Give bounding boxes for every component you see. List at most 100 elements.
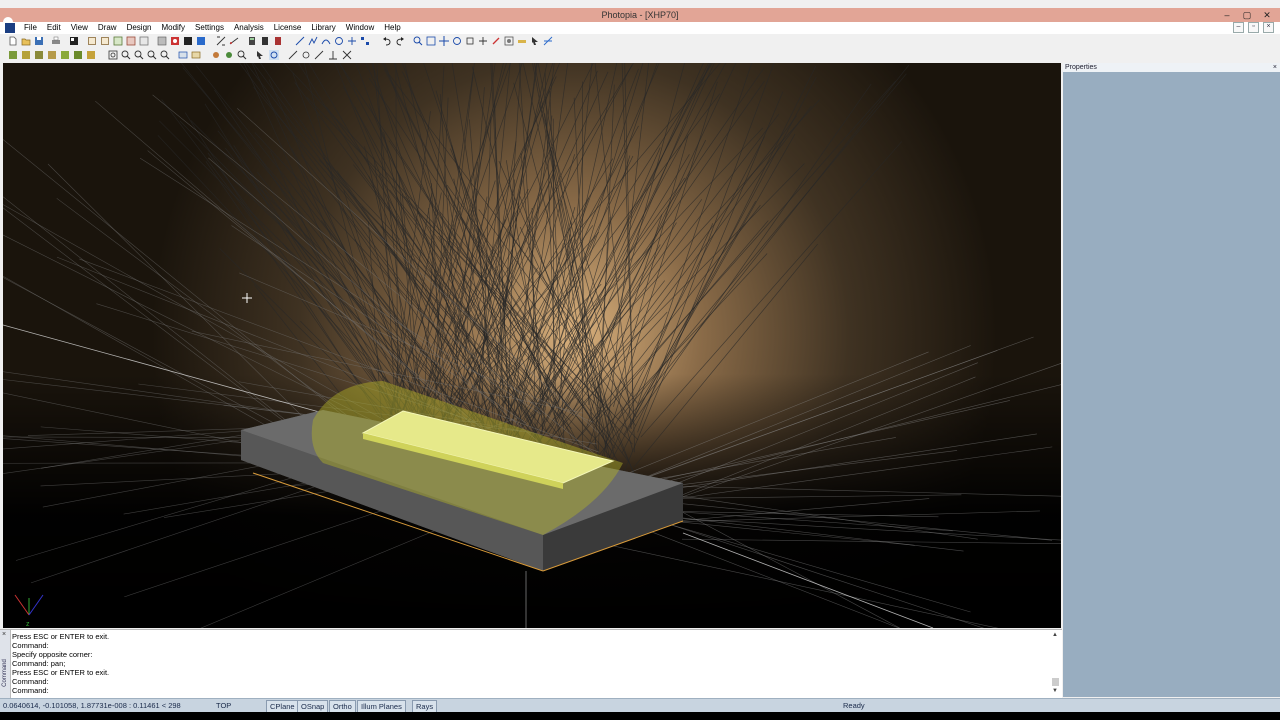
redo-icon[interactable]	[395, 36, 405, 46]
zoom-all-icon[interactable]	[147, 50, 157, 60]
menu-license[interactable]: License	[269, 22, 307, 34]
menu-bar: File Edit View Draw Design Modify Settin…	[0, 22, 1280, 34]
circle-icon[interactable]	[334, 36, 344, 46]
zoom-in-icon[interactable]	[121, 50, 131, 60]
line-icon[interactable]	[295, 36, 305, 46]
ortho-toggle[interactable]: Ortho	[329, 700, 356, 712]
close-button[interactable]: ✕	[1260, 8, 1274, 22]
menu-help[interactable]: Help	[379, 22, 405, 34]
select-icon[interactable]	[224, 50, 234, 60]
view-side-icon[interactable]	[100, 36, 110, 46]
view-pan-icon[interactable]	[191, 50, 201, 60]
command-scrollbar[interactable]: ▲ ▼	[1052, 632, 1060, 696]
render-red-icon[interactable]	[170, 36, 180, 46]
scale-icon[interactable]	[465, 36, 475, 46]
crosshair-cursor	[242, 293, 252, 303]
ray-trace-icon[interactable]	[543, 36, 553, 46]
point-icon[interactable]	[301, 50, 311, 60]
perpendicular-icon[interactable]	[328, 50, 338, 60]
pointer-icon[interactable]	[530, 36, 540, 46]
polyline-icon[interactable]	[308, 36, 318, 46]
render-blue-icon[interactable]	[196, 36, 206, 46]
orbit-icon[interactable]	[269, 50, 279, 60]
zoom-selected-icon[interactable]	[160, 50, 170, 60]
move-icon[interactable]	[478, 36, 488, 46]
paint-icon[interactable]	[491, 36, 501, 46]
scroll-up-icon[interactable]: ▲	[1052, 632, 1058, 638]
menu-window[interactable]: Window	[341, 22, 379, 34]
command-input[interactable]: Command:	[12, 686, 109, 695]
render-black-icon[interactable]	[183, 36, 193, 46]
curve-icon[interactable]	[321, 36, 331, 46]
menu-modify[interactable]: Modify	[156, 22, 190, 34]
maximize-button[interactable]: ▢	[1240, 8, 1254, 22]
title-bar: Photopia - [XHP70] – ▢ ✕	[0, 8, 1280, 27]
rotate-view-icon[interactable]	[452, 36, 462, 46]
doc-minimize-button[interactable]: –	[1233, 22, 1244, 33]
material-icon[interactable]	[504, 36, 514, 46]
scene-render[interactable]: z	[3, 63, 1061, 628]
hand-icon[interactable]	[211, 50, 221, 60]
shade-moss-icon[interactable]	[73, 50, 83, 60]
view-front-icon[interactable]	[87, 36, 97, 46]
cplane-toggle[interactable]: CPlane	[266, 700, 299, 712]
shade-gold-icon[interactable]	[86, 50, 96, 60]
menu-draw[interactable]: Draw	[93, 22, 122, 34]
draw-line-icon[interactable]	[288, 50, 298, 60]
menu-edit[interactable]: Edit	[42, 22, 66, 34]
3d-viewport[interactable]: z	[3, 63, 1061, 628]
layout-icon[interactable]	[69, 36, 79, 46]
view-select-icon[interactable]	[178, 50, 188, 60]
document-icon[interactable]	[5, 23, 15, 33]
zoom-icon[interactable]	[413, 36, 423, 46]
command-line: Specify opposite corner:	[12, 650, 93, 659]
menu-settings[interactable]: Settings	[190, 22, 229, 34]
library-icon[interactable]	[273, 36, 283, 46]
new-file-icon[interactable]	[8, 36, 18, 46]
print-icon[interactable]	[51, 36, 61, 46]
shade-olive-icon[interactable]	[34, 50, 44, 60]
open-folder-icon[interactable]	[21, 36, 31, 46]
ruler-icon[interactable]	[517, 36, 527, 46]
command-close-icon[interactable]: ×	[2, 631, 6, 638]
shade-yellow-icon[interactable]	[21, 50, 31, 60]
properties-close-icon[interactable]: ×	[1273, 63, 1277, 72]
illum-planes-toggle[interactable]: Illum Planes	[357, 700, 406, 712]
shade-tan-icon[interactable]	[47, 50, 57, 60]
undo-icon[interactable]	[382, 36, 392, 46]
minimize-button[interactable]: –	[1220, 8, 1234, 22]
diagonal-icon[interactable]	[314, 50, 324, 60]
snap-icon[interactable]	[216, 36, 226, 46]
calculator-icon[interactable]	[247, 36, 257, 46]
delete-icon[interactable]	[342, 50, 352, 60]
doc-close-button[interactable]: ×	[1263, 22, 1274, 33]
zoom-window-icon[interactable]	[108, 50, 118, 60]
menu-analysis[interactable]: Analysis	[229, 22, 269, 34]
menu-design[interactable]: Design	[122, 22, 157, 34]
menu-file[interactable]: File	[19, 22, 42, 34]
menu-library[interactable]: Library	[306, 22, 340, 34]
shade-lime-icon[interactable]	[60, 50, 70, 60]
command-panel: × Command Press ESC or ENTER to exit. Co…	[0, 629, 1062, 698]
report-icon[interactable]	[260, 36, 270, 46]
measure-icon[interactable]	[229, 36, 239, 46]
cursor-icon[interactable]	[255, 50, 265, 60]
osnap-toggle[interactable]: OSnap	[297, 700, 329, 712]
view-hatch-icon[interactable]	[126, 36, 136, 46]
scroll-thumb[interactable]	[1052, 678, 1059, 686]
doc-restore-button[interactable]: ▫	[1248, 22, 1259, 33]
pan-icon[interactable]	[439, 36, 449, 46]
view-dots-icon[interactable]	[139, 36, 149, 46]
menu-view[interactable]: View	[66, 22, 93, 34]
zoom-extents-icon[interactable]	[426, 36, 436, 46]
array-icon[interactable]	[360, 36, 370, 46]
shade-green-icon[interactable]	[8, 50, 18, 60]
transform-icon[interactable]	[347, 36, 357, 46]
find-icon[interactable]	[237, 50, 247, 60]
zoom-out-icon[interactable]	[134, 50, 144, 60]
scroll-down-icon[interactable]: ▼	[1052, 688, 1058, 694]
rays-toggle[interactable]: Rays	[412, 700, 438, 712]
layer-icon[interactable]	[157, 36, 167, 46]
save-icon[interactable]	[34, 36, 44, 46]
view-grid-icon[interactable]	[113, 36, 123, 46]
